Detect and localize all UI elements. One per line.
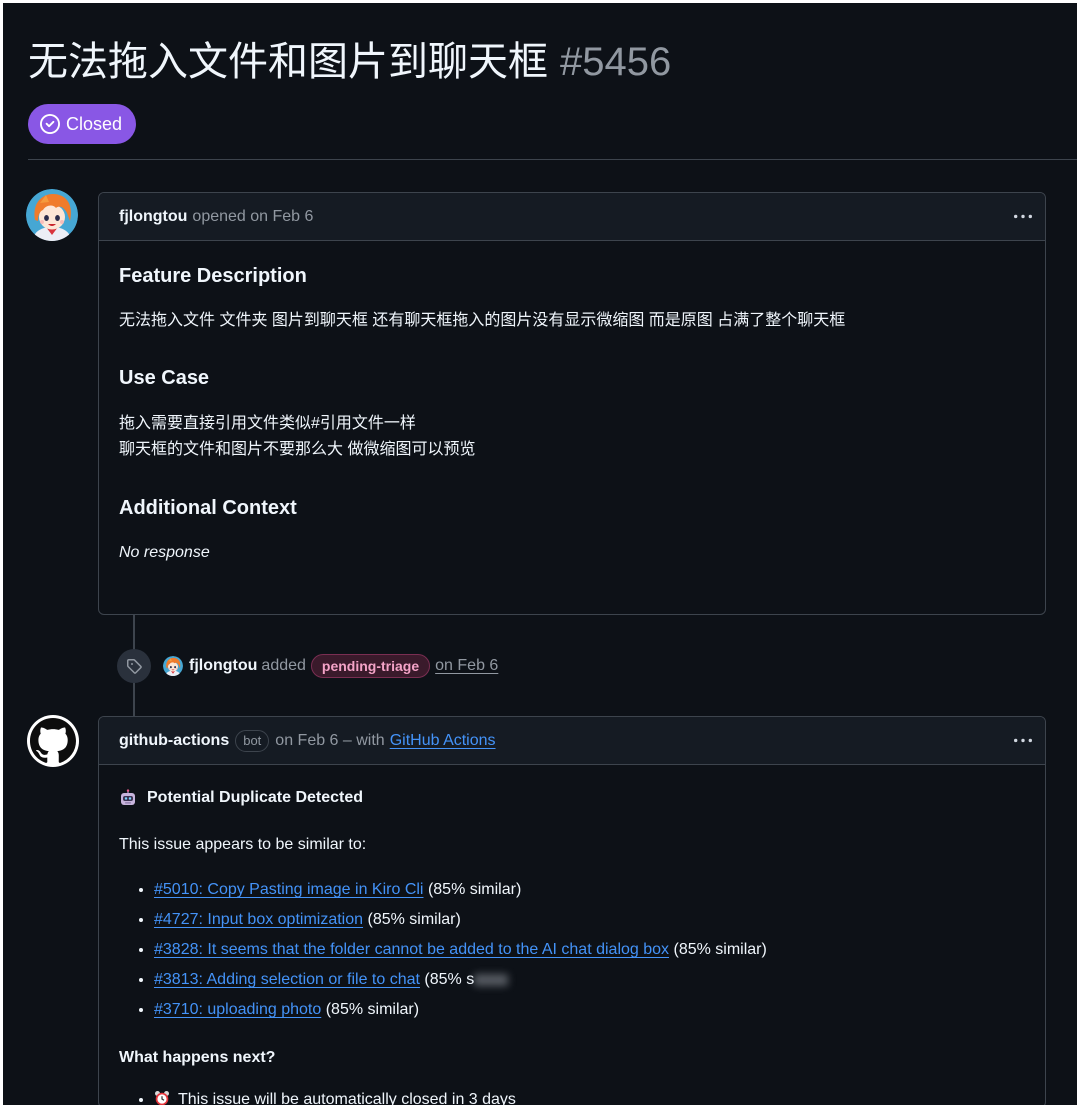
bot-badge: bot [235, 729, 270, 752]
next-step-text: This issue will be automatically closed … [178, 1091, 516, 1108]
similarity-score: (85% s [424, 971, 475, 988]
label-pending-triage[interactable]: pending-triage [310, 654, 431, 678]
duplicate-heading-text: Potential Duplicate Detected [147, 789, 364, 806]
comment-author-link[interactable]: fjlongtou [119, 208, 187, 226]
use-case-line-1: 拖入需要直接引用文件类似#引用文件一样 [119, 415, 416, 432]
comment-body: Potential Duplicate Detected This issue … [99, 765, 1045, 1108]
alarm-clock-icon [155, 1091, 169, 1106]
section-heading-use-case: Use Case [119, 367, 210, 389]
comment-timestamp[interactable]: opened on Feb 6 [192, 208, 313, 226]
similar-issue-link[interactable]: #3813: Adding selection or file to chat [154, 971, 420, 988]
issue-page: 无法拖入文件和图片到聊天框 #5456 Closed fjlongtou open… [0, 0, 1080, 1108]
bot-comment: github-actions bot on Feb 6 – with GitHu… [98, 716, 1046, 1108]
list-item: This issue will be automatically closed … [154, 1085, 1025, 1108]
similarity-score: (85% similar) [367, 911, 461, 928]
comment-header: github-actions bot on Feb 6 – with GitHu… [99, 717, 1045, 765]
comment-options-button[interactable] [1013, 731, 1033, 751]
similar-issue-link[interactable]: #4727: Input box optimization [154, 911, 363, 928]
kebab-horizontal-icon [1014, 208, 1032, 226]
github-actions-link[interactable]: GitHub Actions [390, 732, 496, 750]
author-avatar[interactable] [26, 189, 78, 241]
list-item: #3813: Adding selection or file to chat … [154, 965, 1025, 995]
section-heading-additional-context: Additional Context [119, 497, 297, 519]
issue-title-text: 无法拖入文件和图片到聊天框 [28, 40, 548, 84]
feature-description-line: 无法拖入文件 文件夹 图片到聊天框 还有聊天框拖入的图片没有显示微缩图 而是原图… [119, 312, 846, 329]
additional-context-text: No response [119, 541, 1025, 565]
actor-avatar[interactable] [163, 656, 183, 676]
event-actor-link[interactable]: fjlongtou [189, 657, 257, 675]
use-case-text: 拖入需要直接引用文件类似#引用文件一样聊天框的文件和图片不要那么大 做微缩图可以… [119, 411, 1025, 463]
robot-icon [121, 789, 135, 805]
comment-header: fjlongtou opened on Feb 6 [99, 193, 1045, 241]
additional-context-line: No response [119, 544, 210, 561]
similarity-score: (85% similar) [325, 1001, 420, 1018]
use-case-line-2: 聊天框的文件和图片不要那么大 做微缩图可以预览 [119, 441, 476, 458]
kebab-horizontal-icon [1014, 732, 1032, 750]
similarity-score: (85% similar) [673, 941, 767, 958]
similar-intro: This issue appears to be similar to: [119, 836, 367, 853]
list-item: #5010: Copy Pasting image in Kiro Cli (8… [154, 875, 1025, 905]
section-heading-feature-description: Feature Description [119, 265, 307, 287]
issue-number: #5456 [560, 40, 672, 84]
duplicate-heading: Potential Duplicate Detected [119, 786, 1025, 810]
timeline-event-badge [117, 649, 151, 683]
similarity-score: (85% similar) [427, 881, 522, 898]
comment-author-link[interactable]: github-actions [119, 732, 229, 750]
issue-state-badge: Closed [28, 104, 137, 144]
event-action: added [261, 657, 306, 674]
issue-state-label: Closed [66, 113, 123, 134]
feature-description-text: 无法拖入文件 文件夹 图片到聊天框 还有聊天框拖入的图片没有显示微缩图 而是原图… [119, 309, 1025, 333]
similar-issues-list: #5010: Copy Pasting image in Kiro Cli (8… [119, 875, 1025, 1025]
event-timestamp-link[interactable]: on Feb 6 [435, 657, 498, 675]
similar-issue-link[interactable]: #5010: Copy Pasting image in Kiro Cli [154, 881, 423, 898]
comment-options-button[interactable] [1013, 207, 1033, 227]
issue-title: 无法拖入文件和图片到聊天框 #5456 [28, 36, 671, 88]
github-mark-icon [30, 718, 76, 763]
opening-comment: fjlongtou opened on Feb 6 Feature Descri… [98, 192, 1046, 615]
list-item: #3710: uploading photo (85% similar) [154, 995, 1025, 1025]
next-steps-list: This issue will be automatically closed … [119, 1085, 1025, 1108]
similar-issue-link[interactable]: #3710: uploading photo [154, 1001, 321, 1018]
tag-icon [127, 659, 142, 674]
github-actions-avatar[interactable] [27, 715, 79, 767]
next-steps-heading: What happens next? [119, 1049, 276, 1066]
user-avatar-image [163, 656, 183, 676]
comment-timestamp[interactable]: on Feb 6 – with [275, 732, 384, 750]
issue-closed-icon [40, 114, 60, 134]
redacted-blur [474, 973, 509, 986]
header-divider [28, 159, 1080, 160]
list-item: #4727: Input box optimization (85% simil… [154, 905, 1025, 935]
similar-issue-link[interactable]: #3828: It seems that the folder cannot b… [154, 941, 669, 958]
timeline-event-labeled: fjlongtou added pending-triage on Feb 6 [163, 654, 498, 678]
user-avatar-image [26, 189, 78, 241]
list-item: #3828: It seems that the folder cannot b… [154, 935, 1025, 965]
comment-body: Feature Description 无法拖入文件 文件夹 图片到聊天框 还有… [99, 241, 1045, 565]
